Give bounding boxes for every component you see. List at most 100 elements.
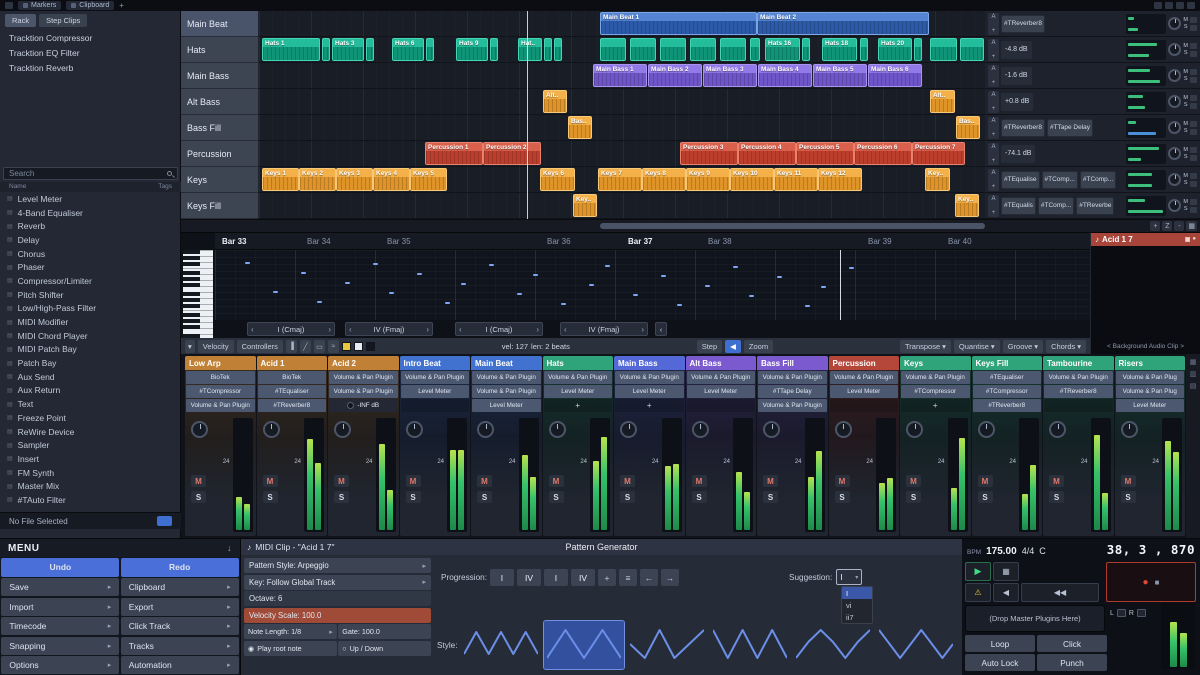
browser-view-icon[interactable] (1176, 2, 1184, 9)
clip[interactable]: Hats 1 (262, 38, 320, 61)
mute-button[interactable]: M (835, 475, 850, 487)
clip[interactable] (322, 38, 330, 61)
color-swatch-white[interactable] (354, 342, 363, 351)
mute-button[interactable]: M (549, 475, 564, 487)
step-back-icon[interactable]: ◀ (725, 340, 741, 353)
plugin-list-item[interactable]: ▤4-Band Equaliser (0, 206, 181, 220)
clip[interactable] (544, 38, 552, 61)
mixer-strip-name[interactable]: Intro Beat (400, 356, 471, 370)
midi-note[interactable] (533, 274, 538, 276)
midi-note[interactable] (705, 285, 710, 287)
clip[interactable] (914, 38, 922, 61)
menu-item-export[interactable]: Export▸ (121, 598, 239, 616)
plugin-list-item[interactable]: ▤Freeze Point (0, 411, 181, 425)
bar-label[interactable]: Bar 39 (868, 233, 892, 250)
mixer-plugin-chip[interactable]: #TEqualiser (973, 371, 1042, 384)
menu-item-timecode[interactable]: Timecode▸ (1, 617, 119, 635)
mute-button[interactable]: M (1183, 43, 1188, 49)
automation-button[interactable]: A+ (988, 39, 999, 61)
mixer-plugin-chip[interactable]: #TReverber8 (973, 399, 1042, 412)
midi-note[interactable] (517, 293, 522, 295)
piano-keys[interactable] (183, 250, 213, 338)
mute-button[interactable]: M (763, 475, 778, 487)
mute-button[interactable]: M (978, 475, 993, 487)
mixer-pan-knob[interactable] (835, 421, 852, 438)
mixer-strip-name[interactable]: Risers (1115, 356, 1186, 370)
edit-icon[interactable]: ● (1192, 236, 1196, 243)
mixer-plugin-chip[interactable]: Volume & Pan Plugin (401, 371, 470, 384)
clip[interactable]: Percussion 5 (796, 142, 854, 165)
mixer-plugin-chip[interactable]: #TEqualiser (258, 385, 327, 398)
window-menu-icon[interactable] (5, 2, 13, 9)
track-option-icon[interactable] (1190, 173, 1197, 179)
mixer-strip-name[interactable]: Hats (543, 356, 614, 370)
shift-right-button[interactable]: → (661, 569, 679, 586)
solo-button[interactable]: S (692, 491, 707, 503)
clip[interactable] (750, 38, 760, 61)
clip[interactable] (930, 38, 957, 61)
plugin-list-item[interactable]: ▤#TAuto Filter (0, 493, 181, 507)
clip[interactable]: Key.. (925, 168, 950, 191)
mute-button[interactable]: M (1183, 121, 1188, 127)
chord-list-button[interactable]: ≡ (619, 569, 637, 586)
play-button[interactable]: ▶ (965, 562, 991, 581)
clip[interactable]: Percussion 6 (854, 142, 912, 165)
clip[interactable] (660, 38, 686, 61)
auto-lock-button[interactable]: Auto Lock (965, 654, 1035, 671)
menu-item-import[interactable]: Import▸ (1, 598, 119, 616)
solo-button[interactable]: S (263, 491, 278, 503)
automation-button[interactable]: A+ (988, 91, 999, 113)
track-option-icon[interactable] (1190, 181, 1197, 187)
groove-menu[interactable]: Groove▾ (1003, 340, 1043, 353)
chevron-right-icon[interactable]: › (328, 325, 331, 334)
mute-button[interactable]: M (1049, 475, 1064, 487)
solo-button[interactable]: S (620, 491, 635, 503)
left-channel-toggle[interactable] (1117, 609, 1126, 617)
clip[interactable]: Key.. (573, 194, 597, 217)
clip-panel-header[interactable]: ♪ Acid 1 7 ▣ ● (1091, 233, 1200, 246)
chord-marker[interactable]: ‹I (Cmaj)› (247, 322, 335, 336)
midi-note[interactable] (677, 304, 682, 306)
clip[interactable] (802, 38, 810, 61)
midi-note[interactable] (561, 303, 566, 305)
mute-button[interactable]: M (406, 475, 421, 487)
midi-playhead[interactable] (840, 250, 841, 320)
settings-icon[interactable] (1187, 2, 1195, 9)
mixer-plugin-chip[interactable]: Volume & Pan Plugin (1044, 371, 1113, 384)
click-button[interactable]: Click (1037, 635, 1107, 652)
style-pattern[interactable] (461, 621, 541, 669)
bar-label[interactable]: Bar 37 (628, 233, 652, 250)
midi-note[interactable] (589, 284, 594, 286)
step-button[interactable]: Step (697, 340, 722, 353)
track-option-icon[interactable] (1190, 147, 1197, 153)
pan-knob[interactable] (1168, 173, 1181, 186)
track-lane[interactable]: Key..Key.. (259, 193, 985, 219)
clip[interactable]: Keys 11 (774, 168, 818, 191)
chord-marker[interactable]: ‹IV (Fmaj)› (560, 322, 648, 336)
bar-label[interactable]: Bar 35 (387, 233, 411, 250)
progression-chord-button[interactable]: I (544, 569, 568, 586)
pan-knob[interactable] (1168, 121, 1181, 134)
mixer-pan-knob[interactable] (763, 421, 780, 438)
mixer-plugin-chip[interactable]: #TReverber8 (258, 399, 327, 412)
clip[interactable]: Keys 8 (642, 168, 686, 191)
chord-marker[interactable]: ‹I (Cmaj)› (455, 322, 543, 336)
mixer-strip-name[interactable]: Acid 1 (257, 356, 328, 370)
mute-button[interactable]: M (1183, 17, 1188, 23)
track-lane[interactable]: Keys 1Keys 2Keys 3Keys 4Keys 5Keys 6Keys… (259, 167, 985, 193)
style-pattern[interactable] (710, 621, 790, 669)
clip[interactable] (490, 38, 498, 61)
chords-menu[interactable]: Chords▾ (1046, 340, 1086, 353)
bar-label[interactable]: Bar 40 (948, 233, 972, 250)
track-option-icon[interactable] (1190, 207, 1197, 213)
mixer-plugin-chip[interactable]: Volume & Pan Plugin (329, 371, 398, 384)
bar-label[interactable]: Bar 38 (708, 233, 732, 250)
mixer-strip-name[interactable]: Bass Fill (757, 356, 828, 370)
clip[interactable]: Main Bass 5 (813, 64, 867, 87)
solo-button[interactable]: S (1184, 102, 1188, 108)
bar-ruler[interactable]: Bar 33Bar 34Bar 35Bar 36Bar 37Bar 38Bar … (215, 233, 1090, 250)
mixer-strip-name[interactable]: Acid 2 (328, 356, 399, 370)
midi-note[interactable] (245, 262, 250, 264)
solo-button[interactable]: S (1184, 180, 1188, 186)
mute-button[interactable]: M (1183, 69, 1188, 75)
